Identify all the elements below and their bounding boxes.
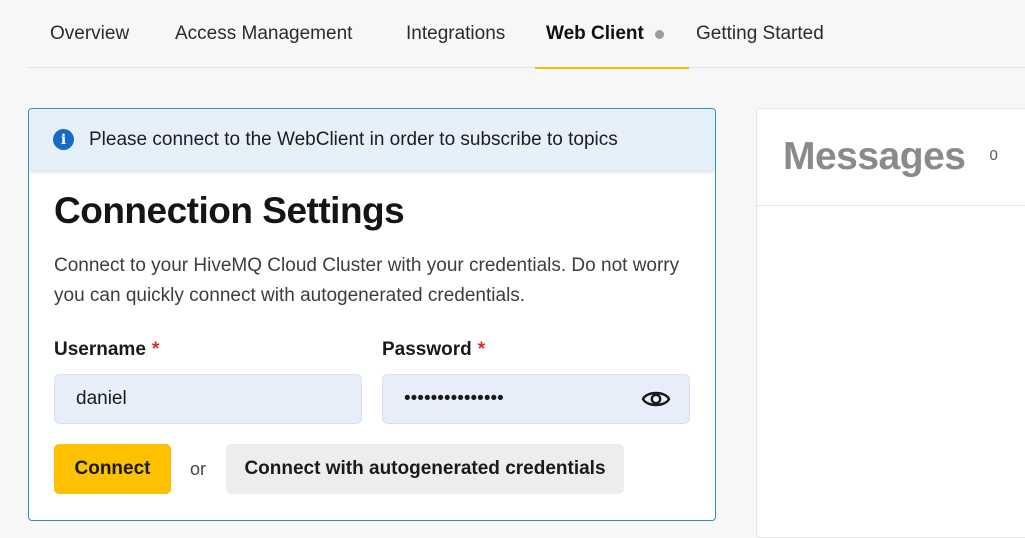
autogenerated-connect-label: Connect with autogenerated credentials	[244, 458, 606, 479]
tab-label: Web Client	[546, 23, 644, 44]
banner-text: Please connect to the WebClient in order…	[89, 128, 618, 150]
connect-button[interactable]: Connect	[54, 444, 171, 494]
password-label: Password *	[382, 339, 485, 361]
info-banner: i Please connect to the WebClient in ord…	[29, 109, 715, 170]
required-marker: *	[151, 339, 160, 360]
autogenerated-connect-button[interactable]: Connect with autogenerated credentials	[226, 444, 624, 494]
tab-web-client[interactable]: Web Client	[535, 0, 689, 69]
tab-overview[interactable]: Overview	[50, 0, 129, 68]
tab-bar: Overview Access Management Integrations …	[28, 0, 1025, 69]
tab-label: Integrations	[406, 23, 506, 44]
or-separator: or	[190, 459, 207, 479]
connection-description: Connect to your HiveMQ Cloud Cluster wit…	[54, 255, 680, 306]
tab-label: Access Management	[175, 23, 353, 44]
password-label-text: Password	[382, 339, 472, 360]
tab-getting-started[interactable]: Getting Started	[696, 0, 824, 68]
messages-header: Messages 0	[757, 109, 1025, 206]
messages-panel: Messages 0	[756, 108, 1025, 538]
connection-settings-card: i Please connect to the WebClient in ord…	[28, 108, 716, 521]
info-icon: i	[53, 129, 74, 150]
username-label-text: Username	[54, 339, 146, 360]
messages-title: Messages	[783, 135, 966, 178]
connect-button-label: Connect	[74, 458, 151, 479]
tab-label: Getting Started	[696, 23, 824, 44]
username-label: Username *	[54, 339, 159, 361]
tab-integrations[interactable]: Integrations	[406, 0, 505, 68]
eye-icon[interactable]	[641, 387, 671, 411]
status-dot-icon	[654, 29, 664, 39]
tab-access-management[interactable]: Access Management	[175, 0, 352, 68]
required-marker: *	[477, 339, 486, 360]
username-input[interactable]: daniel	[54, 374, 362, 424]
username-value: daniel	[76, 388, 127, 409]
password-input[interactable]: •••••••••••••••	[382, 374, 690, 424]
tab-label: Overview	[50, 23, 130, 44]
page-title: Connection Settings	[54, 190, 405, 231]
messages-count-badge: 0	[989, 146, 998, 164]
password-value: •••••••••••••••	[404, 388, 504, 409]
